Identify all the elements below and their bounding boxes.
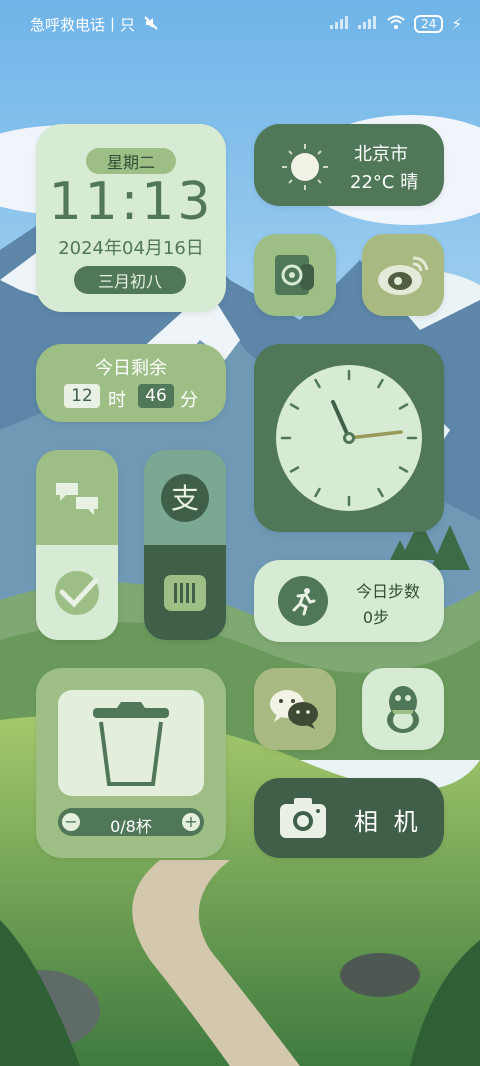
hours-unit: 时 <box>108 390 126 411</box>
camera-widget[interactable]: 相 机 <box>254 778 444 858</box>
sun-icon <box>280 142 330 196</box>
barcode-icon <box>164 574 206 611</box>
clock-time: 11:13 <box>48 172 214 232</box>
carrier-text: 急呼救电话丨只 <box>30 16 136 34</box>
qq-app-icon[interactable] <box>362 668 444 750</box>
status-bar: 急呼救电话丨只 24 ⚡ <box>0 0 480 50</box>
app-stack-left[interactable] <box>36 450 118 640</box>
date-text: 2024年04月16日 <box>58 238 204 259</box>
wechat-app-icon[interactable] <box>254 668 336 750</box>
steps-title: 今日步数 <box>355 582 420 601</box>
camera-label: 相 机 <box>354 808 422 836</box>
minus-button[interactable]: − <box>62 813 80 831</box>
lianxi-app-icon[interactable] <box>36 450 118 545</box>
water-widget[interactable]: − 0/8杯 + <box>36 668 226 858</box>
running-icon <box>278 576 328 626</box>
charging-icon: ⚡ <box>451 15 462 33</box>
lunar-badge: 三月初八 <box>74 266 186 294</box>
barcode-app-icon[interactable] <box>144 545 226 640</box>
cup-panel <box>58 690 204 796</box>
minutes-box: 46 <box>138 384 174 408</box>
qq-penguin-icon <box>387 686 419 733</box>
steps-widget[interactable]: 今日步数 0步 <box>254 560 444 642</box>
wechat-check-icon <box>55 570 99 615</box>
app-stack-middle[interactable]: 支 <box>144 450 226 640</box>
svg-text:支: 支 <box>171 482 199 515</box>
weibo-app-icon[interactable] <box>362 234 444 316</box>
analog-clock-widget[interactable] <box>254 344 444 532</box>
date-widget[interactable]: 星期二 11:13 2024年04月16日 三月初八 <box>36 124 226 312</box>
signal-icon-2 <box>358 15 378 33</box>
remaining-title: 今日剩余 <box>95 358 167 379</box>
minutes-unit: 分 <box>180 390 198 411</box>
weather-temp: 22°C 晴 <box>350 172 419 193</box>
signal-icon <box>330 15 350 33</box>
weibo-icon <box>378 256 429 295</box>
netease-music-icon <box>275 255 314 295</box>
clock-face <box>276 365 422 511</box>
wechat-icon <box>270 690 318 729</box>
hours-box: 12 <box>64 384 100 408</box>
check-app-icon[interactable] <box>36 545 118 640</box>
weather-city: 北京市 <box>354 144 408 165</box>
water-count: 0/8杯 <box>110 817 152 836</box>
plus-button[interactable]: + <box>182 813 200 831</box>
alipay-icon: 支 <box>161 473 209 522</box>
cup-icon <box>93 702 169 786</box>
camera-icon <box>278 796 328 844</box>
wifi-icon <box>386 14 406 34</box>
chat-bubbles-icon <box>56 482 98 515</box>
remaining-time-widget[interactable]: 今日剩余 12 时 46 分 <box>36 344 226 422</box>
steps-count: 0步 <box>362 608 390 627</box>
weekday-badge: 星期二 <box>86 148 176 174</box>
music-app-icon[interactable] <box>254 234 336 316</box>
battery-indicator: 24 <box>414 15 444 33</box>
weather-widget[interactable]: 北京市 22°C 晴 <box>254 124 444 206</box>
alipay-app-icon[interactable]: 支 <box>144 450 226 545</box>
mute-icon <box>143 15 159 35</box>
